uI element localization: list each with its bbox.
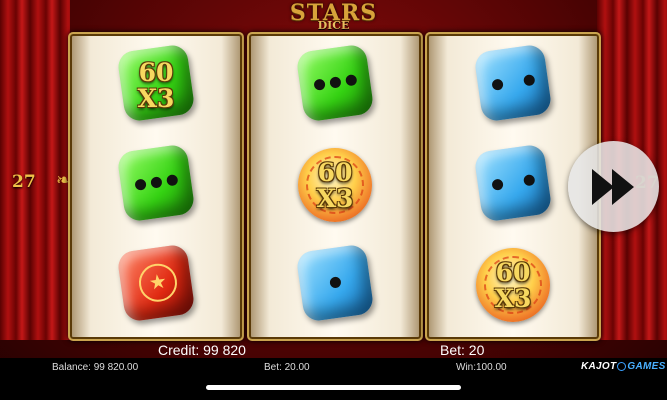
blue-die-icon bbox=[295, 243, 375, 323]
symbol-blue-die bbox=[292, 242, 378, 328]
fast-forward-button[interactable] bbox=[568, 141, 659, 232]
blue-die-icon bbox=[473, 43, 553, 123]
multiplier-value: 60 bbox=[317, 158, 353, 187]
logo-subtitle: DICE bbox=[317, 19, 350, 32]
bet-display: Bet: 20 bbox=[440, 342, 485, 358]
die-pip bbox=[329, 76, 342, 89]
lines-count: 27 bbox=[12, 172, 36, 192]
green-die-icon bbox=[295, 43, 375, 123]
symbol-scatter-coin: 60 X3 bbox=[470, 242, 556, 328]
die-pip bbox=[345, 73, 358, 87]
logo-dot-icon bbox=[617, 361, 627, 371]
symbol-green-die bbox=[292, 42, 378, 128]
die-pip bbox=[150, 176, 163, 189]
green-die-icon bbox=[116, 143, 196, 223]
provider-logo: KAJOT GAMES bbox=[581, 361, 666, 372]
die-pip bbox=[313, 78, 326, 91]
footer-bet: Bet: 20.00 bbox=[264, 362, 310, 373]
game-logo: STARS DICE bbox=[0, 2, 667, 31]
die-pip bbox=[134, 178, 147, 191]
reel-1: 60 X3 ★ bbox=[68, 32, 244, 341]
die-pip bbox=[329, 276, 342, 289]
die-pip bbox=[491, 178, 504, 191]
symbol-red-star-die: ★ bbox=[113, 242, 199, 328]
symbol-green-die: 60 X3 bbox=[113, 42, 199, 128]
footer-win: Win:100.00 bbox=[456, 362, 507, 373]
die-pip bbox=[491, 78, 504, 91]
multiplier-factor: X3 bbox=[316, 184, 354, 213]
multiplier-factor: X3 bbox=[494, 284, 532, 313]
star-icon: ★ bbox=[136, 261, 180, 305]
status-footer: Balance: 99 820.00 Bet: 20.00 Win:100.00… bbox=[0, 358, 667, 400]
red-star-die-icon: ★ bbox=[116, 243, 196, 323]
provider-suffix: GAMES bbox=[627, 361, 666, 372]
reel-2: 60 X3 bbox=[247, 32, 423, 341]
home-indicator[interactable] bbox=[206, 385, 461, 390]
symbol-green-die bbox=[113, 142, 199, 228]
fast-forward-icon bbox=[592, 169, 614, 205]
multiplier-value: 60 bbox=[138, 58, 174, 87]
provider-name: KAJOT bbox=[581, 361, 617, 372]
symbol-scatter-coin: 60 X3 bbox=[292, 142, 378, 228]
blue-die-icon bbox=[473, 143, 553, 223]
footer-balance: Balance: 99 820.00 bbox=[52, 362, 139, 373]
fast-forward-icon bbox=[612, 169, 634, 205]
game-stage: STARS DICE 27 ❧ 60 X3 ★ 60 X3 60 X3 Cred… bbox=[0, 0, 667, 400]
multiplier-factor: X3 bbox=[137, 84, 175, 113]
die-pip bbox=[523, 173, 536, 187]
die-pip bbox=[166, 173, 179, 187]
die-pip bbox=[523, 73, 536, 87]
symbol-blue-die bbox=[470, 142, 556, 228]
symbol-blue-die bbox=[470, 42, 556, 128]
multiplier-value: 60 bbox=[495, 258, 531, 287]
credit-display: Credit: 99 820 bbox=[158, 342, 246, 358]
